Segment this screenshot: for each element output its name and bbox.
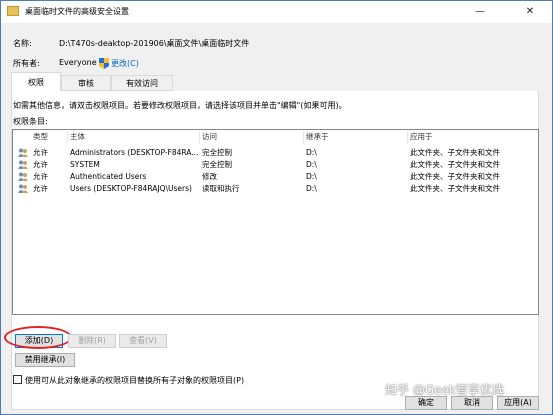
title-bar[interactable]: 桌面临时文件的高级安全设置 — ✕ xyxy=(1,1,552,23)
shield-icon xyxy=(99,58,109,69)
row-type: 允许 xyxy=(33,172,48,181)
remove-button[interactable]: 删除(R) xyxy=(68,334,116,348)
owner-value: Everyone xyxy=(59,58,97,67)
row-applies: 此文件夹、子文件夹和文件 xyxy=(410,184,500,193)
row-principal: Administrators (DESKTOP-F84RA... xyxy=(70,148,198,157)
user-group-icon xyxy=(18,172,28,181)
folder-icon xyxy=(7,6,19,16)
column-divider xyxy=(407,131,408,143)
row-access: 读取和执行 xyxy=(202,184,240,193)
window-title: 桌面临时文件的高级安全设置 xyxy=(25,7,129,16)
row-inherited: D:\ xyxy=(306,172,317,181)
row-type: 允许 xyxy=(33,148,48,157)
highlight-circle xyxy=(4,326,72,349)
name-value: D:\T470s-deaktop-201906\桌面文件\桌面临时文件 xyxy=(59,39,250,48)
permission-entries-list[interactable]: 类型 主体 访问 继承于 应用于 允许 Administrators (DESK… xyxy=(12,129,539,315)
dialog-content: 名称: D:\T470s-deaktop-201906\桌面文件\桌面临时文件 … xyxy=(1,23,552,414)
row-principal: Authenticated Users xyxy=(70,172,147,181)
row-access: 完全控制 xyxy=(202,160,232,169)
row-applies: 此文件夹、子文件夹和文件 xyxy=(410,160,500,169)
entries-label: 权限条目: xyxy=(13,117,48,126)
column-divider xyxy=(199,131,200,143)
column-header-principal[interactable]: 主体 xyxy=(70,131,85,143)
tab-auditing[interactable]: 审核 xyxy=(61,75,111,91)
column-divider xyxy=(303,131,304,143)
tab-effective-access[interactable]: 有效访问 xyxy=(111,75,173,91)
row-principal: Users (DESKTOP-F84RAJQ\Users) xyxy=(70,184,192,193)
name-label: 名称: xyxy=(13,39,32,48)
user-group-icon xyxy=(18,148,28,157)
replace-permissions-label: 使用可从此对象继承的权限项目替换所有子对象的权限项目(P) xyxy=(25,376,245,385)
column-header-type[interactable]: 类型 xyxy=(33,131,48,143)
ok-button[interactable]: 确定 xyxy=(405,396,447,410)
apply-button[interactable]: 应用(A) xyxy=(497,396,539,410)
owner-label: 所有者: xyxy=(13,59,40,68)
instructions-text: 如需其他信息，请双击权限项目。若要修改权限项目，请选择该项目并单击"编辑"(如果… xyxy=(13,101,347,110)
minimize-button[interactable]: — xyxy=(463,1,497,23)
row-principal: SYSTEM xyxy=(70,160,100,169)
cancel-button[interactable]: 取消 xyxy=(451,396,493,410)
column-header-access[interactable]: 访问 xyxy=(202,131,217,143)
row-inherited: D:\ xyxy=(306,148,317,157)
row-type: 允许 xyxy=(33,184,48,193)
disable-inheritance-button[interactable]: 禁用继承(I) xyxy=(15,353,75,367)
user-group-icon xyxy=(18,184,28,193)
row-inherited: D:\ xyxy=(306,184,317,193)
user-group-icon xyxy=(18,160,28,169)
tab-permissions[interactable]: 权限 xyxy=(11,72,61,92)
view-button[interactable]: 查看(V) xyxy=(119,334,167,348)
row-applies: 此文件夹、子文件夹和文件 xyxy=(410,148,500,157)
replace-permissions-checkbox[interactable] xyxy=(13,375,22,384)
row-inherited: D:\ xyxy=(306,160,317,169)
column-header-inherited[interactable]: 继承于 xyxy=(306,131,329,143)
change-owner-link[interactable]: 更改(C) xyxy=(111,58,139,69)
row-access: 完全控制 xyxy=(202,148,232,157)
close-button[interactable]: ✕ xyxy=(513,1,547,23)
row-applies: 此文件夹、子文件夹和文件 xyxy=(410,172,500,181)
column-header-applies[interactable]: 应用于 xyxy=(410,131,433,143)
row-type: 允许 xyxy=(33,160,48,169)
advanced-security-window: 桌面临时文件的高级安全设置 — ✕ 名称: D:\T470s-deaktop-2… xyxy=(0,0,553,415)
row-access: 修改 xyxy=(202,172,217,181)
column-divider xyxy=(67,131,68,143)
